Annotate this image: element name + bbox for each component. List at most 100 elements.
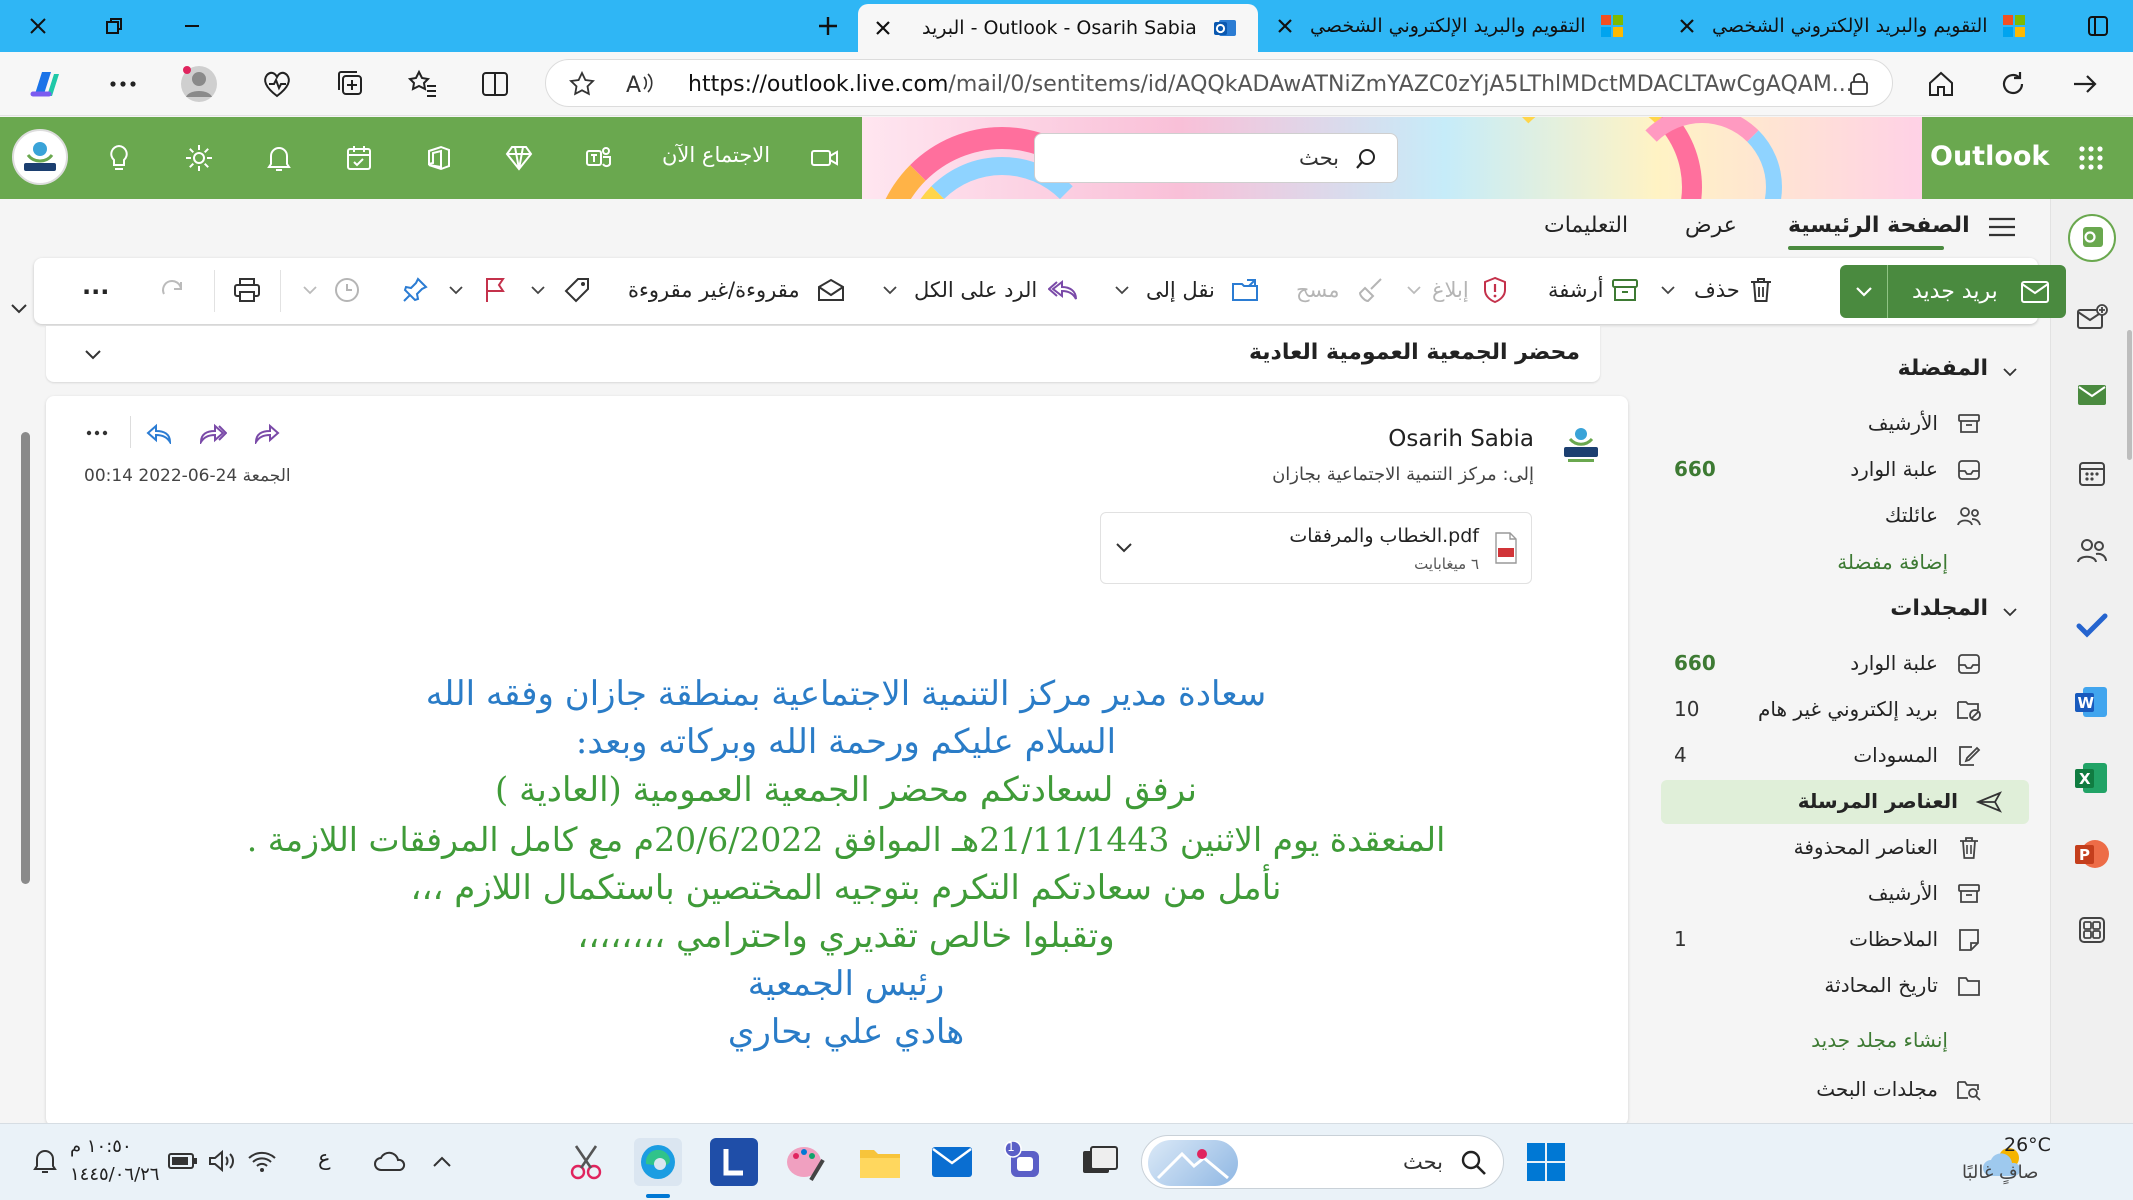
tag-icon[interactable]	[560, 273, 594, 307]
mail-app-icon[interactable]	[928, 1138, 976, 1186]
powerpoint-app-icon[interactable]: P	[2070, 832, 2114, 876]
tab-personal-mail-2[interactable]: التقويم والبريد الإلكتروني الشخصي	[1660, 0, 2060, 52]
chevron-down-icon[interactable]	[1113, 537, 1135, 559]
new-tab-icon[interactable]	[800, 0, 856, 52]
onedrive-cloud-icon[interactable]	[372, 1146, 408, 1176]
reply-all-dropdown-chevron-icon[interactable]	[880, 273, 900, 307]
profile-avatar-icon[interactable]	[176, 61, 222, 107]
health-icon[interactable]	[254, 61, 300, 107]
clock-time[interactable]: ١٠:٥٠ م	[70, 1136, 132, 1157]
folders-header[interactable]: المجلدات	[1890, 596, 1988, 621]
lightbulb-icon[interactable]	[98, 137, 140, 179]
weather-temperature[interactable]: 26°C	[2004, 1134, 2051, 1156]
more-apps-icon[interactable]	[2070, 908, 2114, 952]
collections-icon[interactable]	[328, 61, 374, 107]
excel-app-icon[interactable]: X	[2070, 756, 2114, 800]
flag-icon[interactable]	[478, 273, 512, 307]
forward-arrow-icon[interactable]	[2062, 61, 2108, 107]
tab-view[interactable]: عرض	[1685, 213, 1737, 238]
forward-icon[interactable]	[252, 418, 282, 448]
chevron-down-icon[interactable]	[2000, 602, 2020, 622]
minimize-window-icon[interactable]	[164, 0, 220, 52]
move-to-dropdown-chevron-icon[interactable]	[1112, 273, 1132, 307]
reply-icon[interactable]	[144, 418, 174, 448]
read-aloud-icon[interactable]: A	[626, 70, 658, 98]
sender-name[interactable]: Osarih Sabia	[1388, 426, 1534, 452]
people-app-icon[interactable]	[2070, 528, 2114, 572]
input-language-indicator[interactable]: ع	[318, 1146, 331, 1170]
edge-browser-icon[interactable]	[634, 1138, 682, 1186]
tab-close-icon[interactable]	[872, 17, 894, 39]
word-app-icon[interactable]: W	[2070, 680, 2114, 724]
new-mail-app-icon[interactable]	[2070, 296, 2114, 340]
hamburger-menu-icon[interactable]	[1984, 209, 2020, 245]
move-to-button[interactable]: نقل إلى	[1146, 278, 1215, 302]
mail-app-icon[interactable]	[2070, 373, 2114, 417]
report-button[interactable]: إبلاغ	[1432, 278, 1469, 302]
move-to-folder-icon[interactable]	[1228, 273, 1262, 307]
favorite-item-inbox[interactable]: 660 علبة الوارد	[1640, 448, 2030, 492]
volume-speaker-icon[interactable]	[206, 1146, 238, 1176]
tab-help[interactable]: التعليمات	[1544, 213, 1628, 238]
pin-icon[interactable]	[398, 273, 432, 307]
reply-all-icon[interactable]	[198, 418, 228, 448]
print-icon[interactable]	[230, 273, 264, 307]
more-options-icon[interactable]	[100, 61, 146, 107]
favorites-header[interactable]: المفضلة	[1898, 356, 1988, 381]
recipient-name[interactable]: مركز التنمية الاجتماعية بجازان	[1272, 464, 1497, 485]
clock-date[interactable]: ١٤٤٥/٠٦/٢٦	[70, 1164, 159, 1185]
sender-avatar[interactable]	[1556, 420, 1606, 470]
taskbar-search-box[interactable]: بحث	[1141, 1135, 1504, 1189]
folder-item-inbox[interactable]: 660 علبة الوارد	[1640, 642, 2030, 686]
folder-item-conversation-history[interactable]: تاريخ المحادثة	[1640, 964, 2030, 1008]
more-commands-button[interactable]: ...	[82, 272, 109, 300]
more-actions-icon[interactable]	[84, 420, 110, 446]
archive-button[interactable]: أرشفة	[1548, 278, 1603, 302]
tab-close-icon[interactable]	[1274, 15, 1296, 37]
my-day-icon[interactable]	[338, 137, 380, 179]
search-icon[interactable]	[1353, 146, 1379, 172]
folder-item-deleted[interactable]: العناصر المحذوفة	[1640, 826, 2030, 870]
chevron-down-icon[interactable]	[2000, 362, 2020, 382]
close-window-icon[interactable]	[10, 0, 66, 52]
report-dropdown-chevron-icon[interactable]	[1404, 273, 1424, 307]
folder-item-archive[interactable]: الأرشيف	[1640, 872, 2030, 916]
attachment-card[interactable]: الخطاب والمرفقات.pdf ٦ ميغابايت	[1100, 512, 1532, 584]
calendar-app-icon[interactable]	[2070, 451, 2114, 495]
sweep-button[interactable]: مسح	[1296, 278, 1340, 302]
premium-diamond-icon[interactable]	[498, 137, 540, 179]
app-launcher-icon[interactable]	[2070, 137, 2112, 179]
reply-all-button[interactable]: الرد على الكل	[914, 278, 1037, 302]
tab-outlook[interactable]: البريد - Outlook - Osarih Sabia	[858, 4, 1258, 52]
outlook-app-icon[interactable]	[2067, 213, 2117, 263]
report-shield-icon[interactable]	[1478, 273, 1512, 307]
teams-icon[interactable]	[578, 137, 620, 179]
redo-icon[interactable]	[156, 273, 190, 307]
wifi-icon[interactable]	[246, 1146, 278, 1176]
battery-icon[interactable]	[166, 1146, 200, 1176]
paint-app-icon[interactable]	[782, 1138, 830, 1186]
todo-app-icon[interactable]	[2070, 604, 2114, 648]
favorites-icon[interactable]	[400, 61, 446, 107]
read-unread-button[interactable]: مقروءة/غير مقروءة	[628, 278, 800, 302]
notifications-bell-icon[interactable]	[258, 137, 300, 179]
l-app-icon[interactable]	[710, 1138, 758, 1186]
collapse-ribbon-chevron-icon[interactable]	[6, 296, 32, 322]
windows-start-icon[interactable]	[1522, 1138, 1570, 1186]
delete-button[interactable]: حذف	[1694, 278, 1740, 302]
new-mail-button[interactable]: بريد جديد	[1840, 265, 2066, 318]
teams-chat-icon[interactable]: 1	[1000, 1138, 1048, 1186]
sweep-broom-icon[interactable]	[1354, 273, 1388, 307]
notification-bell-icon[interactable]	[30, 1146, 60, 1176]
tab-home[interactable]: الصفحة الرئيسية	[1788, 213, 1970, 238]
folder-item-junk[interactable]: 10 بريد إلكتروني غير هام	[1640, 688, 2030, 732]
reply-all-icon[interactable]	[1046, 273, 1080, 307]
archive-icon[interactable]	[1608, 273, 1642, 307]
refresh-icon[interactable]	[1990, 61, 2036, 107]
delete-dropdown-chevron-icon[interactable]	[1658, 273, 1678, 307]
lock-icon[interactable]	[1846, 71, 1872, 97]
settings-gear-icon[interactable]	[178, 137, 220, 179]
snooze-dropdown-chevron-icon[interactable]	[300, 273, 320, 307]
create-folder-link[interactable]: إنشاء مجلد جديد	[1811, 1028, 1948, 1052]
tab-close-icon[interactable]	[1676, 15, 1698, 37]
